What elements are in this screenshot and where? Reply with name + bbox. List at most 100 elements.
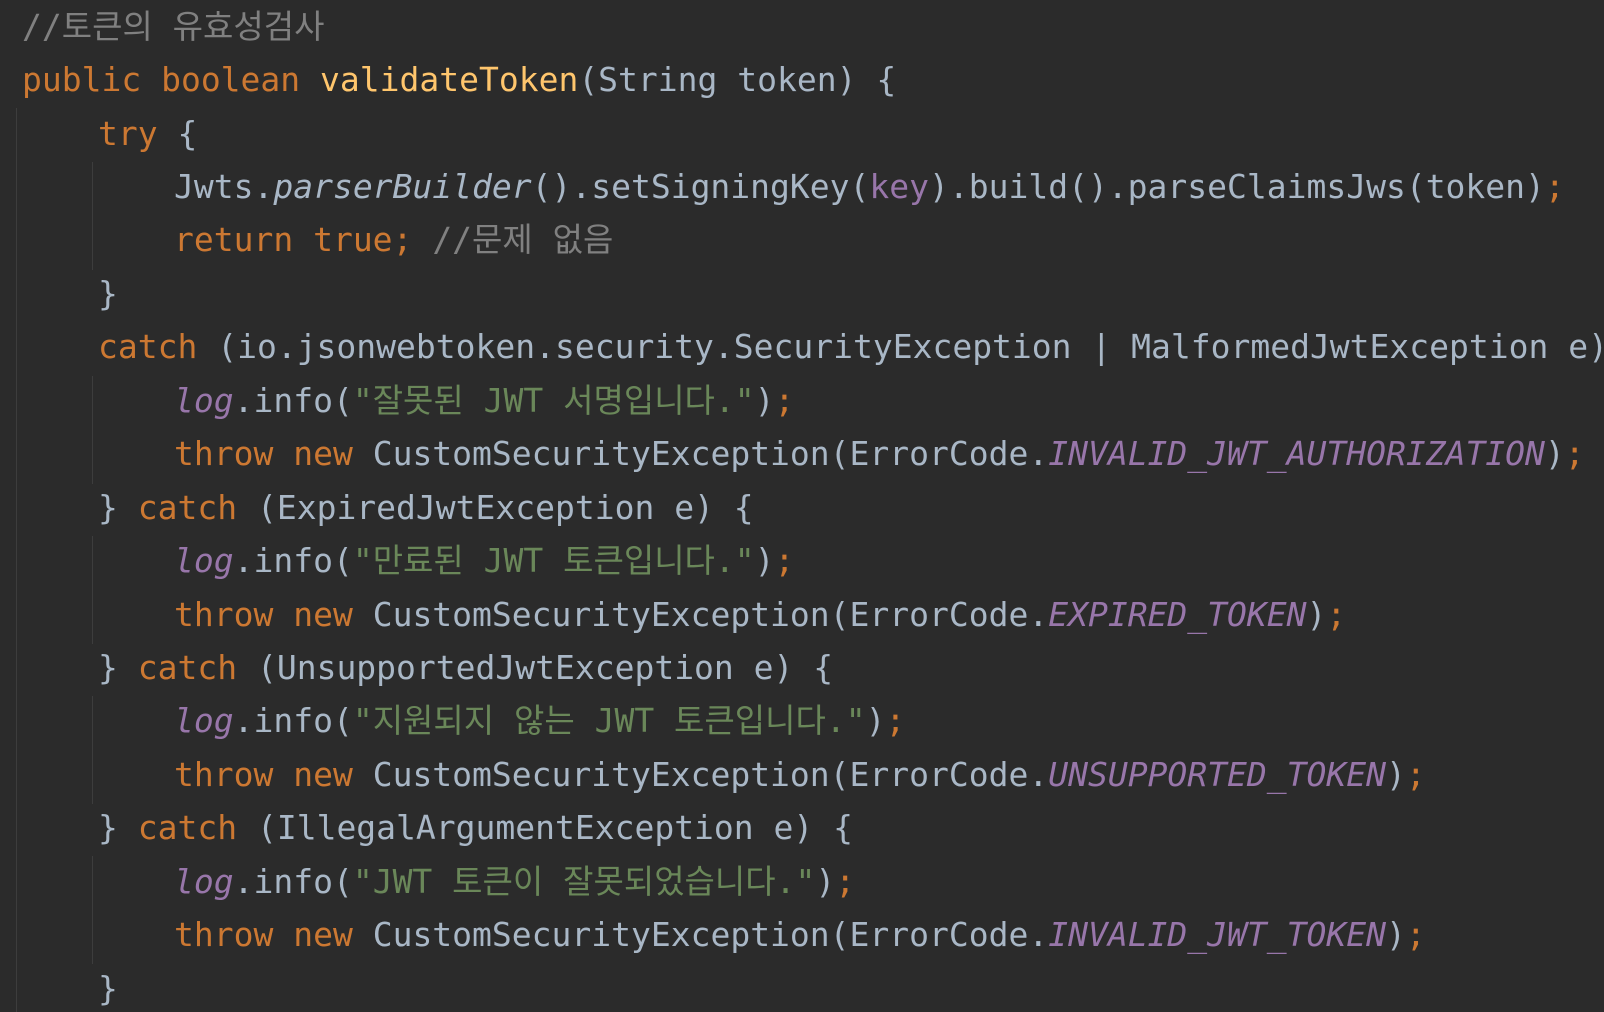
code-line[interactable]: } catch (IllegalArgumentException e) { xyxy=(98,801,853,855)
code-token-plain: Jwts. xyxy=(174,167,274,206)
code-token-plain: } xyxy=(98,274,118,313)
code-line[interactable]: } catch (UnsupportedJwtException e) { xyxy=(98,641,833,695)
code-token-plain: ) xyxy=(1385,755,1406,794)
code-token-plain: } xyxy=(98,808,138,847)
code-token-static-field: log xyxy=(174,381,234,420)
code-token-keyword: ; xyxy=(774,381,795,420)
indent-guide-catch-4 xyxy=(92,856,93,964)
indent-guide-catch-3 xyxy=(92,696,93,804)
code-token-keyword: return xyxy=(174,220,314,259)
code-token-keyword: ; xyxy=(1326,595,1347,634)
code-token-keyword: new xyxy=(293,434,373,473)
code-line[interactable]: return true; //문제 없음 xyxy=(174,213,613,267)
code-token-keyword: boolean xyxy=(161,60,321,99)
code-token-plain: CustomSecurityException(ErrorCode. xyxy=(372,755,1049,794)
code-token-static-field: log xyxy=(174,862,234,901)
code-token-keyword: ; xyxy=(835,862,856,901)
code-token-field: key xyxy=(869,167,929,206)
indent-guide-catch-2 xyxy=(92,536,93,644)
code-line[interactable]: } catch (ExpiredJwtException e) { xyxy=(98,481,754,535)
code-token-keyword: throw xyxy=(174,434,294,473)
code-token-comment: //토큰의 유효성검사 xyxy=(22,7,325,46)
code-token-plain: CustomSecurityException(ErrorCode. xyxy=(372,595,1049,634)
code-token-keyword: ; xyxy=(885,701,906,740)
code-token-plain: ) xyxy=(754,381,775,420)
code-token-plain: ).build().parseClaimsJws(token) xyxy=(929,167,1545,206)
code-token-plain: .info( xyxy=(233,541,353,580)
code-token-plain: .info( xyxy=(233,862,353,901)
code-line[interactable]: throw new CustomSecurityException(ErrorC… xyxy=(174,908,1426,962)
code-token-keyword: new xyxy=(293,595,373,634)
code-token-string: "만료된 JWT 토큰입니다." xyxy=(352,541,755,580)
code-token-plain: } xyxy=(98,969,118,1008)
code-token-plain: (String token) { xyxy=(578,60,897,99)
code-token-keyword: throw xyxy=(174,595,294,634)
code-line[interactable]: Jwts.parserBuilder().setSigningKey(key).… xyxy=(174,160,1565,214)
code-token-plain: (UnsupportedJwtException e) { xyxy=(256,648,834,687)
code-line[interactable]: log.info("JWT 토큰이 잘못되었습니다."); xyxy=(174,855,855,909)
code-token-keyword: public xyxy=(22,60,162,99)
code-token-plain: } xyxy=(98,648,138,687)
code-token-plain: ) xyxy=(865,701,886,740)
code-token-keyword: ; xyxy=(1405,915,1426,954)
code-token-keyword: ; xyxy=(774,541,795,580)
code-token-plain: (io.jsonwebtoken.security.SecurityExcept… xyxy=(217,327,1604,366)
code-line[interactable]: log.info("잘못된 JWT 서명입니다."); xyxy=(174,374,794,428)
code-token-plain: .info( xyxy=(233,701,353,740)
code-token-keyword: true xyxy=(313,220,393,259)
code-token-string: "잘못된 JWT 서명입니다." xyxy=(352,381,755,420)
code-token-method-decl: validateToken xyxy=(320,60,579,99)
code-token-static-method: parserBuilder xyxy=(273,167,532,206)
indent-guide-try xyxy=(92,162,93,270)
code-token-plain: ) xyxy=(1385,915,1406,954)
code-token-keyword: new xyxy=(293,755,373,794)
code-token-plain: .info( xyxy=(233,381,353,420)
code-token-constant: UNSUPPORTED_TOKEN xyxy=(1048,755,1386,794)
code-line[interactable]: catch (io.jsonwebtoken.security.Security… xyxy=(98,320,1604,374)
code-token-keyword: throw xyxy=(174,755,294,794)
code-editor[interactable]: //토큰의 유효성검사 public boolean validateToken(… xyxy=(0,0,1604,1012)
code-line[interactable]: throw new CustomSecurityException(ErrorC… xyxy=(174,588,1346,642)
code-token-keyword: new xyxy=(293,915,373,954)
code-line[interactable]: } xyxy=(98,962,118,1012)
code-token-static-field: log xyxy=(174,701,234,740)
code-line[interactable]: throw new CustomSecurityException(ErrorC… xyxy=(174,427,1585,481)
code-line[interactable]: } xyxy=(98,267,118,321)
code-token-plain: (IllegalArgumentException e) { xyxy=(256,808,853,847)
code-token-constant: EXPIRED_TOKEN xyxy=(1048,595,1307,634)
code-line[interactable]: public boolean validateToken(String toke… xyxy=(22,53,896,107)
code-line[interactable]: log.info("만료된 JWT 토큰입니다."); xyxy=(174,534,794,588)
code-token-keyword: ; xyxy=(1564,434,1585,473)
code-token-constant: INVALID_JWT_TOKEN xyxy=(1048,915,1386,954)
code-line[interactable]: //토큰의 유효성검사 xyxy=(22,0,324,54)
code-token-plain: (ExpiredJwtException e) { xyxy=(256,488,754,527)
code-token-plain: CustomSecurityException(ErrorCode. xyxy=(372,915,1049,954)
code-token-string: "JWT 토큰이 잘못되었습니다." xyxy=(352,862,816,901)
code-token-plain: ) xyxy=(815,862,836,901)
code-token-keyword: ; xyxy=(1405,755,1426,794)
code-token-keyword: catch xyxy=(137,648,257,687)
code-token-plain: } xyxy=(98,488,138,527)
code-line[interactable]: log.info("지원되지 않는 JWT 토큰입니다."); xyxy=(174,694,905,748)
code-token-keyword: ; xyxy=(1544,167,1565,206)
code-token-keyword: try xyxy=(98,114,178,153)
indent-guide-catch-1 xyxy=(92,376,93,484)
code-token-plain: ) xyxy=(754,541,775,580)
code-token-keyword: catch xyxy=(98,327,218,366)
code-token-comment: //문제 없음 xyxy=(432,220,614,259)
code-token-plain: ().setSigningKey( xyxy=(531,167,870,206)
code-token-plain: CustomSecurityException(ErrorCode. xyxy=(372,434,1049,473)
code-line[interactable]: throw new CustomSecurityException(ErrorC… xyxy=(174,748,1426,802)
code-token-constant: INVALID_JWT_AUTHORIZATION xyxy=(1048,434,1545,473)
code-token-static-field: log xyxy=(174,541,234,580)
code-token-string: "지원되지 않는 JWT 토큰입니다." xyxy=(352,701,866,740)
code-token-keyword: throw xyxy=(174,915,294,954)
code-token-plain: { xyxy=(177,114,198,153)
code-token-keyword: ; xyxy=(392,220,433,259)
code-token-plain: ) xyxy=(1544,434,1565,473)
indent-guide-method xyxy=(16,108,17,1012)
code-token-keyword: catch xyxy=(137,488,257,527)
code-token-keyword: catch xyxy=(137,808,257,847)
code-line[interactable]: try { xyxy=(98,107,197,161)
code-token-plain: ) xyxy=(1306,595,1327,634)
